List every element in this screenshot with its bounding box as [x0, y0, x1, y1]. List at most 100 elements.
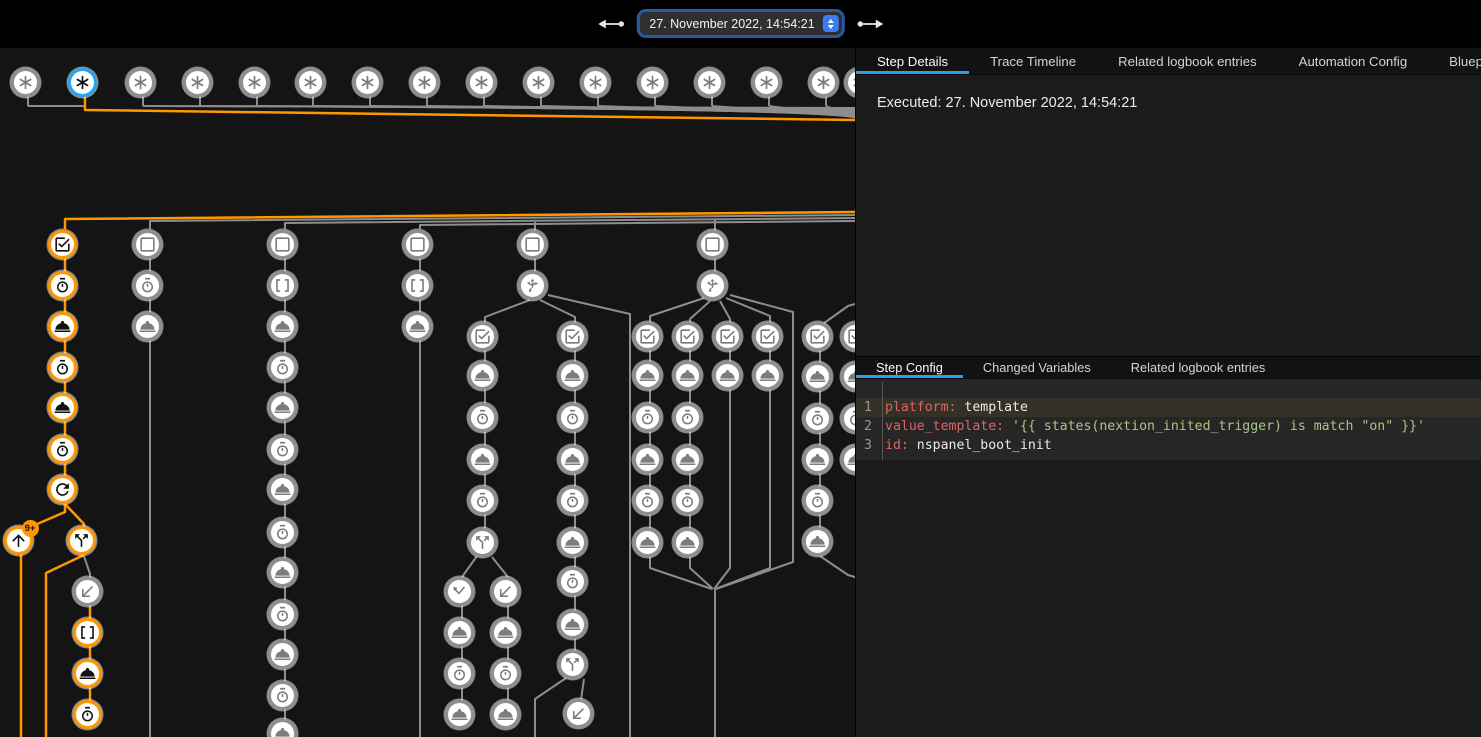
trace-node-delay-timer-icon[interactable]: [558, 567, 587, 596]
trace-node-service-call-icon[interactable]: [673, 528, 702, 557]
trace-node-delay-timer-icon[interactable]: [73, 700, 102, 729]
trace-node-service-call-icon[interactable]: [558, 610, 587, 639]
trace-node-trigger-asterisk-icon[interactable]: [809, 68, 838, 97]
trace-node-repeat-refresh-icon[interactable]: [48, 475, 77, 504]
tab-blueprint-config[interactable]: Blueprint Config: [1428, 48, 1481, 74]
trace-node-trigger-asterisk-icon[interactable]: [410, 68, 439, 97]
trace-node-condition-icon[interactable]: [403, 230, 432, 259]
tab-related-logbook-entries[interactable]: Related logbook entries: [1111, 357, 1285, 378]
trace-node-service-call-icon[interactable]: [268, 558, 297, 587]
trace-node-service-call-icon[interactable]: [403, 312, 432, 341]
trace-node-delay-timer-icon[interactable]: [268, 353, 297, 382]
trace-node-service-call-icon[interactable]: [633, 445, 662, 474]
trace-node-delay-timer-icon[interactable]: [558, 486, 587, 515]
trace-node-service-call-icon[interactable]: [491, 700, 520, 729]
trace-node-trigger-asterisk-icon[interactable]: [183, 68, 212, 97]
trace-node-delay-timer-icon[interactable]: [468, 486, 497, 515]
next-run-arrow-icon[interactable]: [855, 16, 885, 32]
trace-node-service-call-icon[interactable]: [558, 445, 587, 474]
trace-node-service-call-icon[interactable]: [803, 527, 832, 556]
trace-node-delay-timer-icon[interactable]: [673, 486, 702, 515]
trace-node-trigger-asterisk-icon[interactable]: [11, 68, 40, 97]
tab-related-logbook-entries[interactable]: Related logbook entries: [1097, 48, 1278, 74]
trace-node-trigger-asterisk-icon[interactable]: [240, 68, 269, 97]
trace-node-delay-timer-icon[interactable]: [633, 403, 662, 432]
trace-node-trigger-asterisk-icon[interactable]: [353, 68, 382, 97]
trace-node-delay-timer-icon[interactable]: [673, 403, 702, 432]
trace-node-service-call-icon[interactable]: [491, 618, 520, 647]
trace-node-delay-timer-icon[interactable]: [48, 435, 77, 464]
trace-node-condition-passed-icon[interactable]: [713, 322, 742, 351]
previous-run-arrow-icon[interactable]: [596, 16, 626, 32]
trace-node-condition-icon[interactable]: [268, 230, 297, 259]
tab-changed-variables[interactable]: Changed Variables: [963, 357, 1111, 378]
trace-node-trigger-asterisk-icon[interactable]: [695, 68, 724, 97]
trace-node-trigger-asterisk-icon[interactable]: [752, 68, 781, 97]
trace-node-script-brackets-icon[interactable]: [73, 618, 102, 647]
trace-node-service-call-icon[interactable]: [445, 618, 474, 647]
trace-node-trigger-asterisk-icon[interactable]: [467, 68, 496, 97]
trace-node-choose-decision-icon[interactable]: [518, 271, 547, 300]
trace-node-condition-icon[interactable]: [698, 230, 727, 259]
trace-node-trigger-asterisk-icon[interactable]: [524, 68, 553, 97]
trace-node-service-call-icon[interactable]: [268, 640, 297, 669]
trace-node-call-split-icon[interactable]: [558, 650, 587, 679]
tab-step-config[interactable]: Step Config: [856, 357, 963, 378]
trace-node-service-call-icon[interactable]: [558, 361, 587, 390]
trace-node-delay-timer-icon[interactable]: [445, 659, 474, 688]
trace-node-service-call-icon[interactable]: [445, 700, 474, 729]
trace-node-condition-passed-icon[interactable]: [673, 322, 702, 351]
trace-node-arrow-check-icon[interactable]: [445, 577, 474, 606]
tab-automation-config[interactable]: Automation Config: [1278, 48, 1429, 74]
trace-node-delay-timer-icon[interactable]: [491, 659, 520, 688]
trace-node-call-split-icon[interactable]: [67, 526, 96, 555]
trace-node-service-call-icon[interactable]: [468, 361, 497, 390]
run-date-select[interactable]: 27. November 2022, 14:54:21: [639, 12, 841, 35]
trace-node-delay-timer-icon[interactable]: [633, 486, 662, 515]
trace-node-delay-timer-icon[interactable]: [558, 403, 587, 432]
trace-node-delay-timer-icon[interactable]: [48, 271, 77, 300]
trace-node-call-split-icon[interactable]: [468, 528, 497, 557]
trace-node-trigger-asterisk-icon[interactable]: [581, 68, 610, 97]
trace-node-service-call-icon[interactable]: [803, 362, 832, 391]
trace-node-condition-icon[interactable]: [518, 230, 547, 259]
trace-node-service-call-icon[interactable]: [468, 445, 497, 474]
yaml-editor[interactable]: 1platform: template2value_template: '{{ …: [856, 379, 1481, 460]
trace-node-condition-passed-icon[interactable]: [803, 322, 832, 351]
trace-node-service-call-icon[interactable]: [633, 361, 662, 390]
trace-node-service-call-icon[interactable]: [713, 361, 742, 390]
trace-node-delay-timer-icon[interactable]: [268, 435, 297, 464]
trace-node-delay-timer-icon[interactable]: [803, 404, 832, 433]
trace-node-condition-passed-icon[interactable]: [753, 322, 782, 351]
trace-node-delay-timer-icon[interactable]: [268, 681, 297, 710]
trace-node-service-call-icon[interactable]: [633, 528, 662, 557]
trace-node-condition-passed-icon[interactable]: [633, 322, 662, 351]
trace-node-service-call-icon[interactable]: [753, 361, 782, 390]
trace-node-service-call-icon[interactable]: [48, 393, 77, 422]
tab-step-details[interactable]: Step Details: [856, 48, 969, 74]
trace-node-arrow-bottom-left-icon[interactable]: [491, 577, 520, 606]
trace-node-service-call-icon[interactable]: [268, 475, 297, 504]
trace-node-delay-timer-icon[interactable]: [133, 271, 162, 300]
trace-node-service-call-icon[interactable]: [268, 393, 297, 422]
trace-node-service-call-icon[interactable]: [673, 361, 702, 390]
trace-node-service-call-icon[interactable]: [73, 659, 102, 688]
trace-node-service-call-icon[interactable]: [803, 445, 832, 474]
trace-node-trigger-asterisk-icon[interactable]: [296, 68, 325, 97]
trace-node-script-brackets-icon[interactable]: [403, 271, 432, 300]
trace-node-delay-timer-icon[interactable]: [48, 353, 77, 382]
trace-node-service-call-icon[interactable]: [268, 312, 297, 341]
trace-node-service-call-icon[interactable]: [558, 528, 587, 557]
trace-node-condition-icon[interactable]: [133, 230, 162, 259]
trace-node-trigger-asterisk-icon[interactable]: [126, 68, 155, 97]
trace-node-trigger-asterisk-icon[interactable]: [638, 68, 667, 97]
trace-node-arrow-bottom-left-icon[interactable]: [73, 577, 102, 606]
trace-node-service-call-icon[interactable]: [673, 445, 702, 474]
trace-node-choose-decision-icon[interactable]: [698, 271, 727, 300]
trace-node-delay-timer-icon[interactable]: [468, 403, 497, 432]
trace-node-service-call-icon[interactable]: [48, 312, 77, 341]
trace-node-trigger-asterisk-icon[interactable]: [68, 68, 97, 97]
trace-node-condition-passed-icon[interactable]: [468, 322, 497, 351]
trace-node-condition-passed-icon[interactable]: [48, 230, 77, 259]
trace-node-delay-timer-icon[interactable]: [268, 518, 297, 547]
